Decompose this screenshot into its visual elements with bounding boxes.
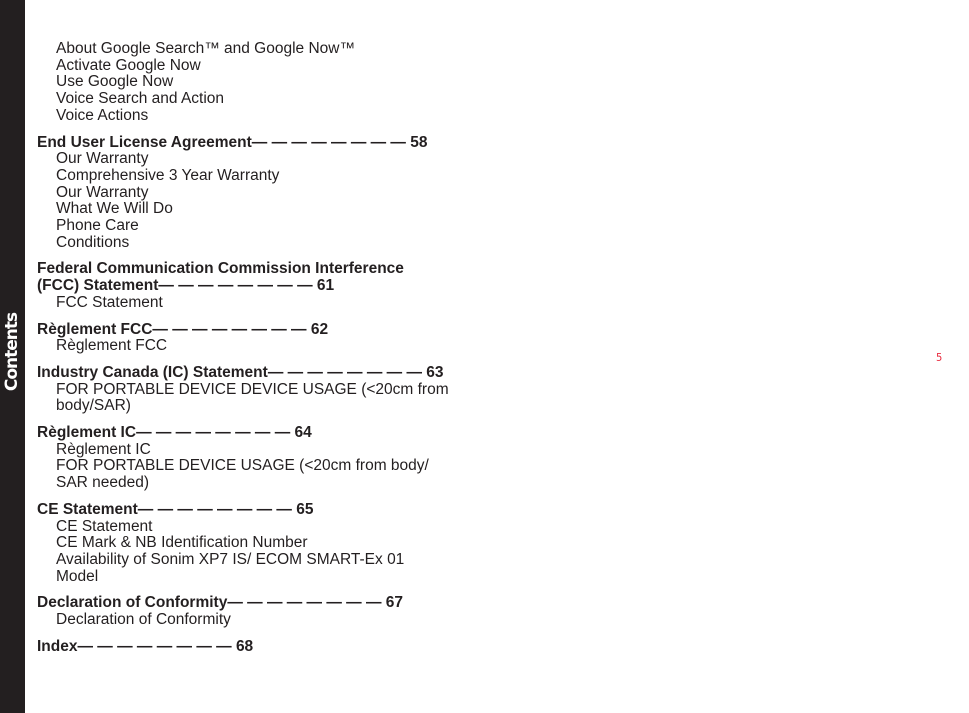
toc-section-reglement-fcc: Règlement FCC— — — — — — — — 62 Règlemen… [37, 321, 497, 355]
toc-intro-items: About Google Search™ and Google Now™ Act… [37, 40, 497, 125]
toc-item[interactable]: Availability of Sonim XP7 IS/ ECOM SMART… [37, 551, 436, 585]
toc-item[interactable]: Our Warranty [37, 184, 497, 202]
toc-item[interactable]: Règlement IC [37, 441, 497, 459]
toc-section-reglement-ic: Règlement IC— — — — — — — — 64 Règlement… [37, 424, 497, 492]
toc-item[interactable]: Voice Actions [37, 107, 497, 125]
toc-item[interactable]: Conditions [37, 234, 497, 252]
toc-item[interactable]: FCC Statement [37, 294, 497, 312]
toc-item[interactable]: FOR PORTABLE DEVICE USAGE (<20cm from bo… [37, 458, 456, 492]
page-number: 5 [936, 351, 943, 364]
toc-heading[interactable]: CE Statement— — — — — — — — 65 [37, 501, 497, 519]
toc-section-ce: CE Statement— — — — — — — — 65 CE Statem… [37, 501, 497, 586]
toc-heading[interactable]: Index— — — — — — — — 68 [37, 638, 497, 656]
table-of-contents: About Google Search™ and Google Now™ Act… [37, 40, 497, 666]
toc-heading[interactable]: Règlement IC— — — — — — — — 64 [37, 424, 497, 442]
toc-heading[interactable]: Declaration of Conformity— — — — — — — —… [37, 595, 497, 612]
toc-item[interactable]: Declaration of Conformity [37, 611, 497, 629]
toc-heading[interactable]: Règlement FCC— — — — — — — — 62 [37, 321, 497, 339]
toc-heading[interactable]: Industry Canada (IC) Statement— — — — — … [37, 364, 497, 382]
toc-item[interactable]: What We Will Do [37, 201, 497, 218]
toc-item[interactable]: Phone Care [37, 217, 497, 235]
toc-section-eula: End User License Agreement— — — — — — — … [37, 134, 497, 252]
toc-section-ic: Industry Canada (IC) Statement— — — — — … [37, 364, 497, 415]
toc-section-index: Index— — — — — — — — 68 [37, 638, 497, 656]
toc-item[interactable]: About Google Search™ and Google Now™ [37, 40, 497, 58]
toc-item[interactable]: Use Google Now [37, 74, 497, 91]
toc-section-doc: Declaration of Conformity— — — — — — — —… [37, 595, 497, 628]
toc-item[interactable]: CE Statement [37, 518, 497, 536]
toc-item[interactable]: Activate Google Now [37, 57, 497, 75]
toc-item[interactable]: Our Warranty [37, 151, 497, 168]
toc-item[interactable]: Comprehensive 3 Year Warranty [37, 167, 497, 185]
toc-heading[interactable]: Federal Communication Commission Interfe… [37, 261, 497, 294]
contents-side-tab: Contents [0, 0, 25, 713]
toc-item[interactable]: Voice Search and Action [37, 90, 497, 108]
toc-item[interactable]: CE Mark & NB Identification Number [37, 535, 497, 552]
toc-section-fcc: Federal Communication Commission Interfe… [37, 261, 497, 311]
toc-heading[interactable]: End User License Agreement— — — — — — — … [37, 134, 497, 152]
contents-label: Contents [2, 312, 22, 392]
toc-item[interactable]: Règlement FCC [37, 338, 497, 355]
toc-item[interactable]: FOR PORTABLE DEVICE DEVICE USAGE (<20cm … [37, 381, 476, 415]
